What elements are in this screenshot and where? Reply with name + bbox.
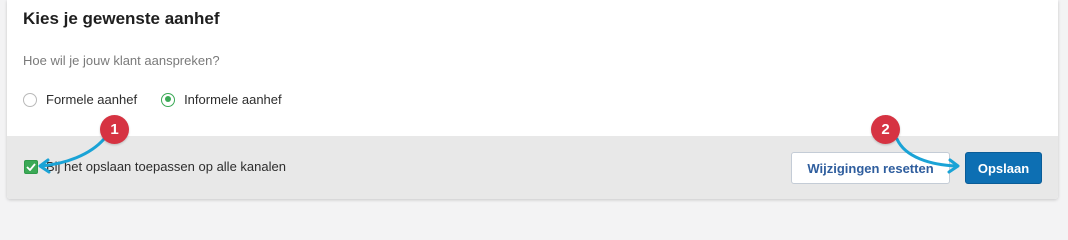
salutation-radio-group: Formele aanhef Informele aanhef (23, 92, 306, 107)
card-footer: Bij het opslaan toepassen op alle kanale… (7, 136, 1058, 199)
radio-formal-circle[interactable] (23, 92, 37, 107)
radio-formal-label: Formele aanhef (46, 92, 138, 107)
radio-informal-circle[interactable] (161, 92, 176, 107)
apply-all-label: Bij het opslaan toepassen op alle kanale… (46, 159, 286, 174)
apply-all-checkbox[interactable] (24, 159, 38, 174)
radio-formal[interactable]: Formele aanhef (23, 92, 137, 107)
save-button[interactable]: Opslaan (965, 152, 1042, 184)
step-badge-2: 2 (871, 115, 900, 144)
salutation-question: Hoe wil je jouw klant aanspreken? (23, 53, 220, 68)
card-title: Kies je gewenste aanhef (23, 9, 220, 28)
step-badge-1: 1 (100, 115, 129, 144)
radio-informal[interactable]: Informele aanhef (161, 92, 282, 107)
radio-informal-label: Informele aanhef (184, 92, 282, 107)
checkmark-icon (26, 162, 36, 171)
reset-changes-button[interactable]: Wijzigingen resetten (791, 152, 950, 184)
apply-all-channels[interactable]: Bij het opslaan toepassen op alle kanale… (24, 159, 286, 174)
salutation-card: Kies je gewenste aanhef Hoe wil je jouw … (7, 0, 1058, 199)
